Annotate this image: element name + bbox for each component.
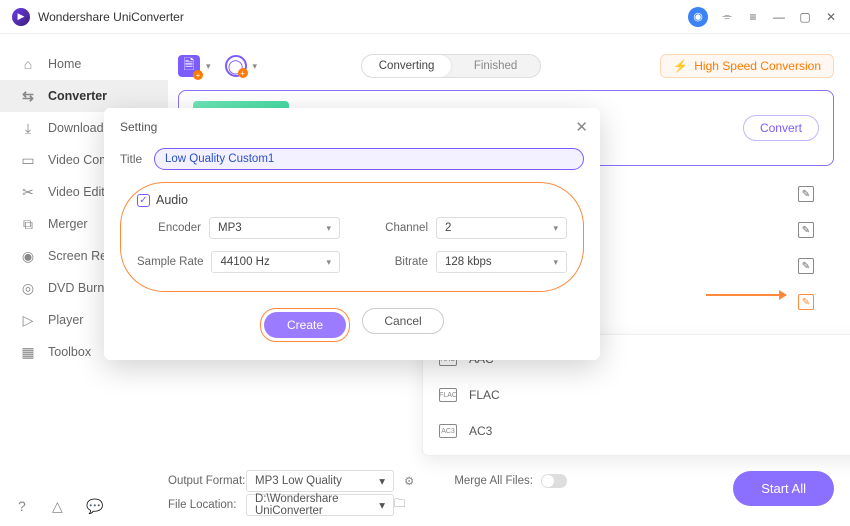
audio-section: ✓ Audio Encoder MP3▾ Channel 2▾ Sample Rat… [120,182,584,292]
download-icon: ⤓ [20,120,36,136]
samplerate-label: Sample Rate [137,256,203,268]
annotation-arrow [706,294,786,296]
sidebar-item-label: Player [48,313,83,327]
chevron-down-icon: ▾ [379,498,385,512]
sidebar-item-label: Merger [48,217,88,231]
maximize-icon[interactable]: ▢ [798,10,812,24]
merge-icon: ⧉ [20,216,36,232]
status-tabs: Converting Finished [361,54,541,78]
chevron-down-icon: ▾ [553,257,558,268]
audio-label: Audio [156,193,188,207]
settings-modal: Setting ✕ Title ✓ Audio Encoder MP3▾ Chan… [104,108,600,360]
file-location-label: File Location: [168,499,246,511]
grid-icon: ▦ [20,344,36,360]
merge-toggle[interactable] [541,474,567,488]
add-file-button[interactable]: 🗎+ [178,55,200,77]
gear-icon[interactable]: ⚙ [404,474,414,488]
home-icon: ⌂ [20,56,36,72]
chevron-down-icon[interactable]: ▾ [206,61,211,72]
encoder-select[interactable]: MP3▾ [209,217,340,239]
bitrate-select[interactable]: 128 kbps▾ [436,251,567,273]
sidebar-item-label: Converter [48,89,107,103]
lightning-icon: ⚡ [673,59,688,73]
tab-converting[interactable]: Converting [362,55,451,77]
scissors-icon: ✂ [20,184,36,200]
converter-icon: ⇆ [20,88,36,104]
play-icon: ▷ [20,312,36,328]
sidebar-item-label: Toolbox [48,345,91,359]
toolbar: 🗎+ ▾ ◯+ ▾ Converting Finished ⚡High Speed … [178,46,834,86]
chevron-down-icon: ▾ [326,257,331,268]
high-speed-badge[interactable]: ⚡High Speed Conversion [660,54,834,78]
create-button-highlight: Create [260,308,350,342]
cancel-button[interactable]: Cancel [362,308,444,334]
title-input[interactable] [154,148,584,170]
app-title: Wondershare UniConverter [38,10,184,24]
chevron-down-icon: ▾ [553,223,558,234]
help-icon[interactable]: ? [18,498,36,516]
convert-button[interactable]: Convert [743,115,819,141]
audio-checkbox[interactable]: ✓ [137,194,150,207]
chevron-down-icon: ▾ [326,223,331,234]
user-avatar[interactable]: ◉ [688,7,708,27]
output-format-select[interactable]: MP3 Low Quality▾ [246,470,394,492]
hamburger-icon[interactable]: ≡ [746,10,760,24]
disc-icon: ◎ [20,280,36,296]
create-button[interactable]: Create [264,312,346,338]
folder-icon[interactable]: 🗀 [394,496,406,515]
channel-label: Channel [364,222,428,234]
merge-label: Merge All Files: [454,475,533,487]
edit-icon-highlighted[interactable]: ✎ [798,294,814,310]
close-icon[interactable]: ✕ [824,10,838,24]
chevron-down-icon[interactable]: ▾ [253,61,258,72]
format-item-ac3[interactable]: AC3AC3 [423,413,850,449]
file-location-select[interactable]: D:\Wondershare UniConverter▾ [246,494,394,516]
sidebar-item-home[interactable]: ⌂ Home [0,48,168,80]
compress-icon: ▭ [20,152,36,168]
tab-finished[interactable]: Finished [451,55,540,77]
samplerate-select[interactable]: 44100 Hz▾ [211,251,340,273]
title-label: Title [120,152,154,166]
output-format-label: Output Format: [168,475,246,487]
bell-icon[interactable]: △ [52,498,70,516]
channel-select[interactable]: 2▾ [436,217,567,239]
edit-icon[interactable]: ✎ [798,258,814,274]
format-item-flac[interactable]: FLACFLAC [423,377,850,413]
ac3-icon: AC3 [439,424,457,438]
add-url-button[interactable]: ◯+ [225,55,247,77]
minimize-icon[interactable]: — [772,10,786,24]
titlebar: Wondershare UniConverter ◉ ⌯ ≡ — ▢ ✕ [0,0,850,34]
sidebar-item-label: Home [48,57,81,71]
encoder-label: Encoder [137,222,201,234]
modal-close-button[interactable]: ✕ [575,118,588,136]
headset-icon[interactable]: ⌯ [720,10,734,24]
chat-icon[interactable]: 💬 [86,498,104,516]
edit-icon[interactable]: ✎ [798,222,814,238]
flac-icon: FLAC [439,388,457,402]
edit-icon[interactable]: ✎ [798,186,814,202]
modal-title: Setting [120,120,584,134]
start-all-button[interactable]: Start All [733,471,834,506]
record-icon: ◉ [20,248,36,264]
chevron-down-icon: ▾ [379,474,385,488]
bitrate-label: Bitrate [364,256,428,268]
app-logo [12,8,30,26]
